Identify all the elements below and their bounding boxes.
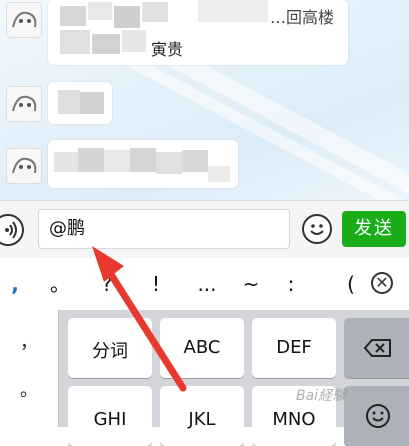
annotation-arrow — [92, 246, 187, 392]
watermark: Bai経験 — [296, 388, 347, 404]
